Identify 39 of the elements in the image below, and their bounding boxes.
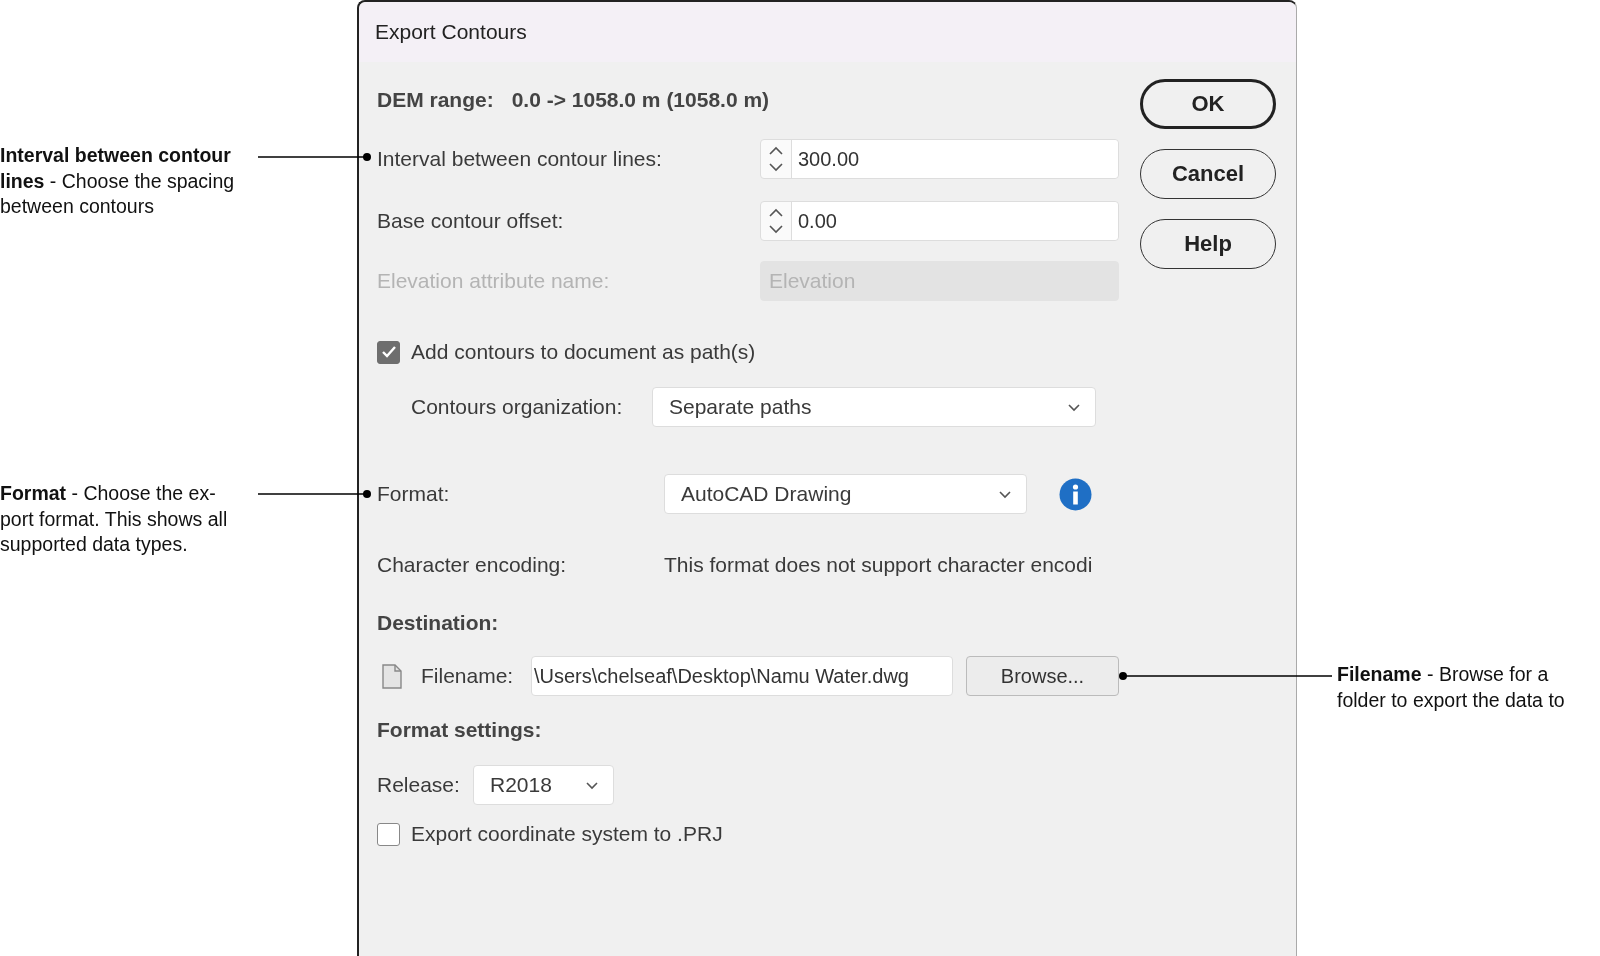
field-label: Character encoding: — [377, 553, 568, 577]
field-label: Format: — [377, 482, 451, 506]
window-title: Export Contours — [375, 20, 527, 44]
callout-text: Filename - Browse for a folder to export the data to — [1337, 662, 1566, 713]
dropdown[interactable]: AutoCAD Drawing — [664, 474, 1027, 514]
spinner-field[interactable]: 0.00 — [760, 201, 1119, 241]
checkbox-label: Add contours to document as path(s) — [411, 340, 756, 364]
callout-text: Interval between contour lines - Choose the spacing between contours — [0, 143, 236, 219]
document-icon — [382, 663, 402, 689]
field-label: Contours organization: — [411, 395, 624, 419]
dem-range-value: 0.0 -> 1058.0 m (1058.0 m) — [511, 88, 770, 112]
field-label: Interval between contour lines: — [377, 147, 663, 171]
checkbox[interactable] — [377, 822, 400, 846]
field-label: Release: — [377, 773, 461, 797]
checkbox[interactable] — [377, 340, 400, 364]
dropdown[interactable]: Separate paths — [652, 387, 1096, 427]
browse-button[interactable]: Browse... — [966, 656, 1119, 696]
field-label: Filename: — [421, 664, 515, 688]
field-label: Elevation attribute name: — [377, 269, 611, 293]
field-label: Base contour offset: — [377, 209, 565, 233]
chevron-down-icon — [1067, 402, 1081, 412]
dialog-button[interactable]: Help — [1140, 219, 1276, 269]
info-icon[interactable] — [1059, 477, 1092, 511]
checkmark-icon — [380, 345, 397, 359]
chevron-down-icon — [998, 489, 1012, 499]
section-heading: Format settings: — [377, 718, 542, 742]
dialog-button[interactable]: OK — [1140, 79, 1276, 129]
checkbox-label: Export coordinate system to .PRJ — [411, 822, 723, 846]
callout-text: Format - Choose the ex- port format. This shows all supported data types. — [0, 481, 229, 557]
dialog-button[interactable]: Cancel — [1140, 149, 1276, 199]
spinner-field[interactable]: 300.00 — [760, 139, 1119, 179]
dem-range-label: DEM range: — [377, 88, 494, 112]
spinner-arrows-icon[interactable] — [767, 206, 785, 236]
filename-field[interactable]: \Users\chelseaf\Desktop\Namu Water.dwg — [531, 656, 953, 696]
chevron-down-icon — [585, 780, 599, 790]
encoding-message: This format does not support character encodi — [664, 553, 1093, 577]
spinner-arrows-icon[interactable] — [767, 144, 785, 174]
dropdown[interactable]: R2018 — [473, 765, 614, 805]
section-heading: Destination: — [377, 611, 499, 635]
